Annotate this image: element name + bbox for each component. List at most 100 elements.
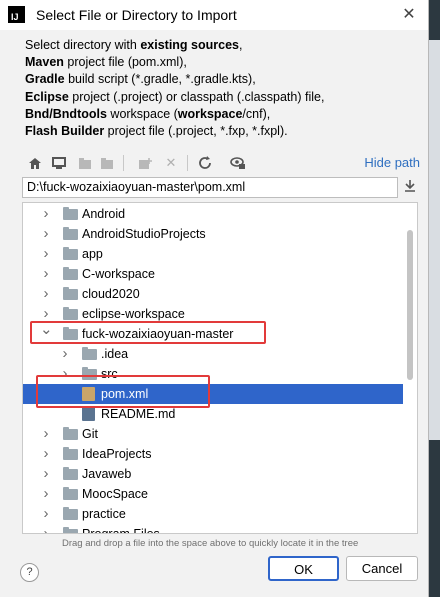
toolbar-separator	[187, 155, 188, 171]
toolbar-separator	[123, 155, 124, 171]
folder-icon	[63, 307, 78, 320]
folder-icon	[63, 207, 78, 220]
ok-button[interactable]: OK	[268, 556, 339, 581]
toolbar: ✕ Hide path	[22, 152, 422, 174]
tree-row-label: Program Files	[82, 527, 160, 534]
desktop-icon[interactable]	[49, 153, 69, 173]
tree-row[interactable]: › C-workspace	[23, 264, 403, 284]
help-button[interactable]: ?	[20, 563, 39, 582]
tree-row[interactable]: › Android	[23, 204, 403, 224]
tree-row[interactable]: › Program Files	[23, 524, 403, 534]
close-button[interactable]: ✕	[398, 4, 420, 26]
chevron-right-icon[interactable]: ›	[40, 484, 52, 504]
chevron-right-icon[interactable]: ›	[40, 424, 52, 444]
tree-row-label: C-workspace	[82, 267, 155, 281]
tree-row-label: .idea	[101, 347, 129, 361]
project-folder-icon[interactable]	[75, 153, 95, 173]
new-folder-icon[interactable]	[135, 153, 155, 173]
tree-row[interactable]: › Git	[23, 424, 403, 444]
description-fragment: Select directory with	[25, 38, 141, 52]
tree-row[interactable]: › .idea	[23, 344, 403, 364]
refresh-icon[interactable]	[195, 153, 215, 173]
import-dialog: IJ Select File or Directory to Import ✕ …	[0, 0, 429, 597]
show-hidden-icon[interactable]	[228, 153, 248, 173]
tree-row[interactable]: › Javaweb	[23, 464, 403, 484]
tree-row-label: IdeaProjects	[82, 447, 152, 461]
chevron-right-icon[interactable]: ›	[40, 504, 52, 524]
cancel-button[interactable]: Cancel	[346, 556, 418, 581]
description-line: Maven project file (pom.xml),	[25, 54, 324, 71]
folder-icon	[82, 347, 97, 360]
download-icon[interactable]	[402, 179, 418, 197]
background-window-edge	[428, 0, 440, 597]
path-input[interactable]: D:\fuck-wozaixiaoyuan-master\pom.xml	[22, 177, 398, 198]
description-fragment: project file (pom.xml),	[63, 55, 187, 70]
description-fragment: /cnf),	[242, 106, 271, 121]
description-fragment: workspace (	[106, 106, 178, 121]
chevron-right-icon[interactable]: ›	[40, 284, 52, 304]
hide-path-link[interactable]: Hide path	[364, 155, 420, 170]
folder-icon	[63, 487, 78, 500]
description-line: Select directory with existing sources,	[25, 37, 324, 54]
delete-icon[interactable]: ✕	[161, 153, 181, 173]
module-folder-icon[interactable]	[97, 153, 117, 173]
description-fragment: project (.project) or classpath (.classp…	[68, 89, 325, 104]
tree-row-label: Javaweb	[82, 467, 132, 481]
file-tree[interactable]: › Android › AndroidStudioProjects › app › C-wor…	[22, 202, 418, 534]
description-line: Eclipse project (.project) or classpath …	[25, 89, 324, 106]
highlight-annotation-pom	[36, 375, 210, 408]
dialog-title: Select File or Directory to Import	[36, 7, 237, 23]
description-fragment: Maven	[25, 55, 64, 70]
tree-row-label: cloud2020	[82, 287, 140, 301]
folder-icon	[63, 287, 78, 300]
folder-icon	[63, 267, 78, 280]
tree-row-label: MoocSpace	[82, 487, 149, 501]
chevron-right-icon[interactable]: ›	[40, 444, 52, 464]
tree-row-label: AndroidStudioProjects	[82, 227, 206, 241]
tree-row[interactable]: › app	[23, 244, 403, 264]
chevron-right-icon[interactable]: ›	[40, 524, 52, 533]
drag-drop-hint: Drag and drop a file into the space abov…	[62, 538, 359, 549]
home-icon[interactable]	[25, 153, 45, 173]
tree-row[interactable]: › AndroidStudioProjects	[23, 224, 403, 244]
tree-row[interactable]: › MoocSpace	[23, 484, 403, 504]
chevron-right-icon[interactable]: ›	[59, 344, 71, 364]
folder-icon	[63, 527, 78, 533]
tree-scrollbar[interactable]	[407, 230, 413, 380]
folder-icon	[63, 467, 78, 480]
description-text: Select directory with existing sources, M…	[25, 37, 324, 140]
chevron-right-icon[interactable]: ›	[40, 224, 52, 244]
highlight-annotation-folder	[30, 321, 266, 344]
chevron-right-icon[interactable]: ›	[40, 264, 52, 284]
description-fragment: Gradle	[25, 72, 65, 87]
description-fragment: Eclipse	[25, 89, 69, 104]
folder-icon	[63, 427, 78, 440]
folder-icon	[63, 247, 78, 260]
description-fragment: build script (*.gradle, *.gradle.kts),	[64, 72, 256, 87]
folder-icon	[63, 507, 78, 520]
description-fragment: Bnd/Bndtools	[25, 106, 107, 121]
tree-row[interactable]: › cloud2020	[23, 284, 403, 304]
folder-icon	[63, 447, 78, 460]
title-bar: IJ Select File or Directory to Import ✕	[0, 0, 428, 30]
description-fragment: workspace	[177, 106, 243, 121]
description-line: Bnd/Bndtools workspace (workspace/cnf),	[25, 106, 324, 123]
chevron-right-icon[interactable]: ›	[40, 244, 52, 264]
tree-row[interactable]: › practice	[23, 504, 403, 524]
chevron-right-icon[interactable]: ›	[40, 464, 52, 484]
folder-icon	[63, 227, 78, 240]
chevron-right-icon[interactable]: ›	[40, 204, 52, 224]
description-line: Gradle build script (*.gradle, *.gradle.…	[25, 71, 324, 88]
tree-row-label: Android	[82, 207, 126, 221]
tree-row[interactable]: › IdeaProjects	[23, 444, 403, 464]
description-fragment: Flash Builder	[25, 124, 105, 139]
intellij-logo-icon: IJ	[8, 6, 25, 23]
description-line: Flash Builder project file (.project, *.…	[25, 123, 324, 140]
description-fragment: ,	[238, 38, 243, 52]
tree-row-label: practice	[82, 507, 126, 521]
description-fragment: project file (.project, *.fxp, *.fxpl).	[104, 124, 288, 139]
description-fragment: existing sources	[140, 38, 239, 52]
tree-row-label: Git	[82, 427, 98, 441]
markdown-file-icon	[82, 407, 95, 421]
tree-row-label: app	[82, 247, 103, 261]
